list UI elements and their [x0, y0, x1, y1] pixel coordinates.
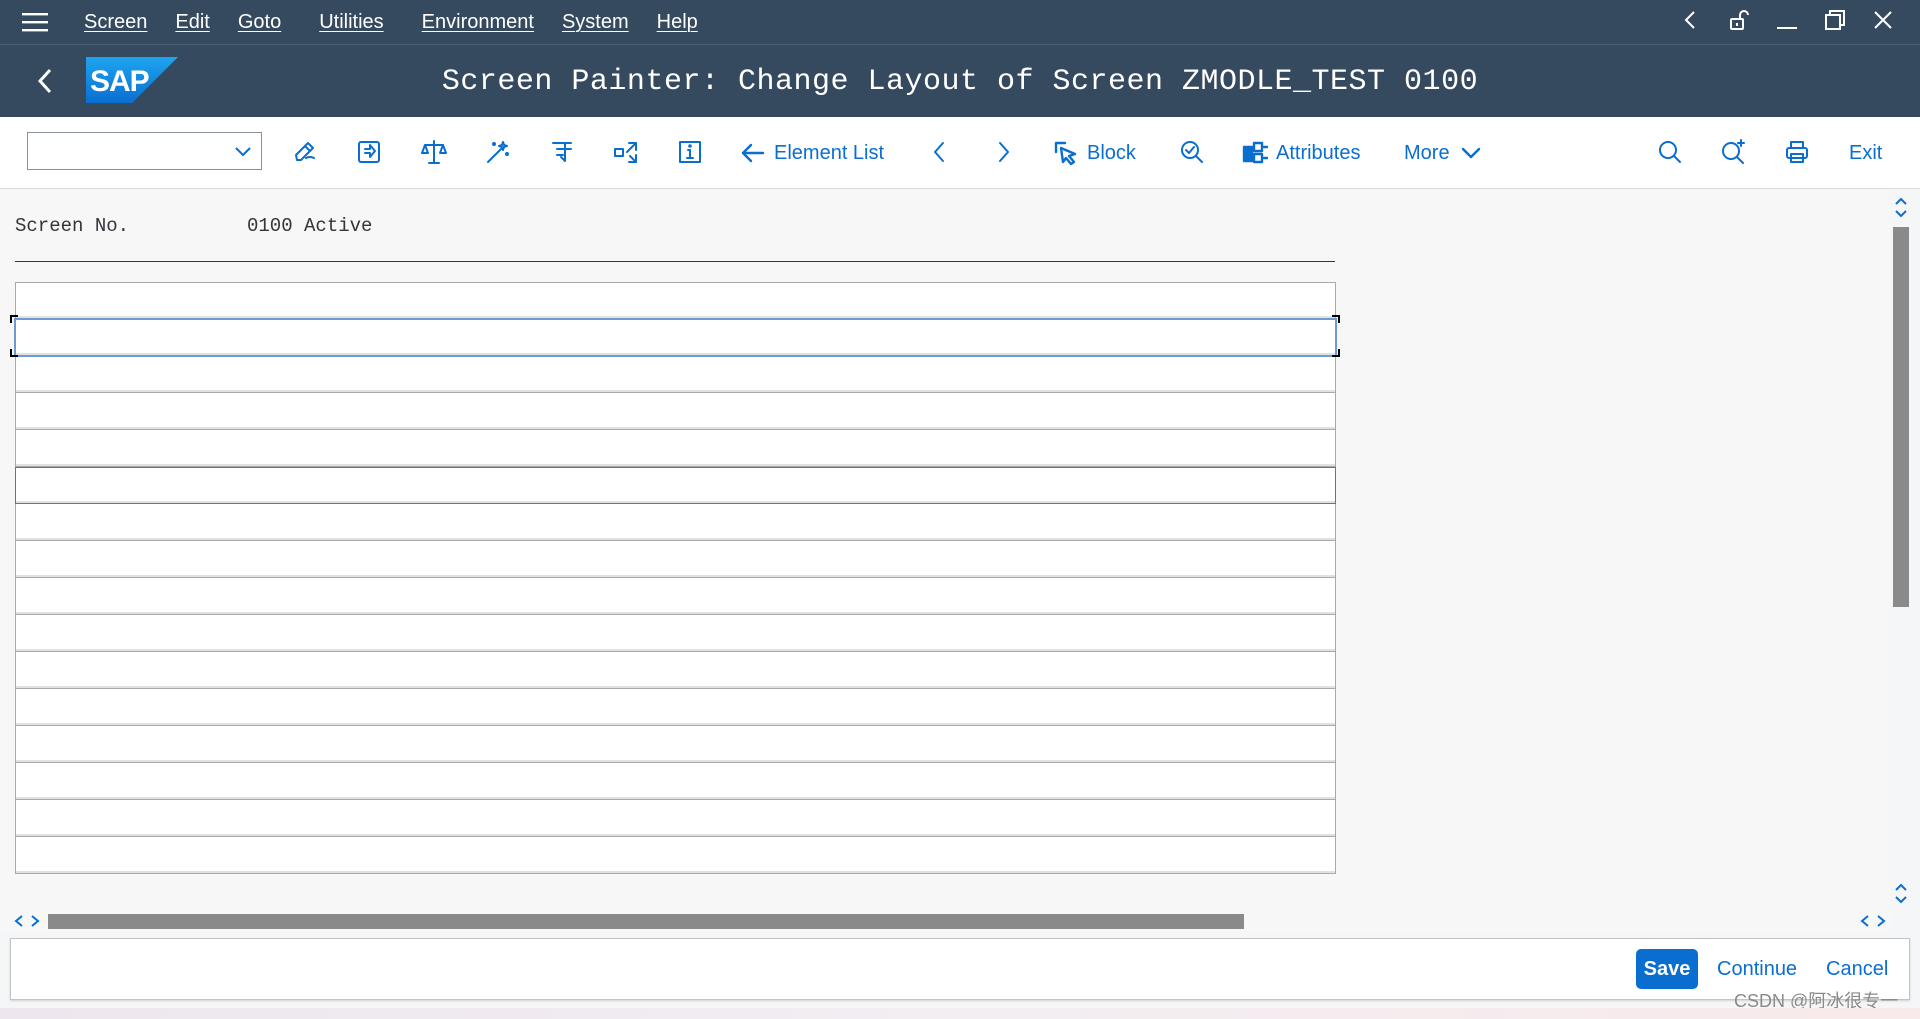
check-balance-icon[interactable]: [419, 137, 449, 167]
application-toolbar: Element List Block Attributes More Exit: [0, 117, 1920, 189]
more-button[interactable]: More: [1404, 137, 1484, 169]
grid-row[interactable]: [15, 430, 1336, 467]
selection-handle[interactable]: [10, 315, 18, 323]
unlock-icon[interactable]: [1728, 9, 1750, 36]
menu-hamburger-icon[interactable]: [0, 0, 70, 44]
where-used-icon[interactable]: [611, 137, 641, 167]
selection-handle[interactable]: [10, 349, 18, 357]
maximize-icon[interactable]: [1824, 9, 1846, 36]
element-list-button[interactable]: Element List: [740, 137, 884, 169]
attributes-icon: [1242, 141, 1268, 164]
print-icon[interactable]: [1782, 137, 1812, 167]
previous-screen-icon[interactable]: [924, 137, 954, 167]
edit-pen-icon[interactable]: [290, 137, 320, 167]
grid-row[interactable]: [15, 837, 1336, 874]
search-plus-icon[interactable]: [1718, 137, 1748, 167]
vertical-scroll-thumb[interactable]: [1893, 227, 1909, 607]
flow-logic-icon[interactable]: [547, 137, 577, 167]
menu-utilities[interactable]: Utilities: [295, 11, 397, 34]
block-label: Block: [1087, 141, 1136, 164]
scroll-left-right-icon[interactable]: [1860, 910, 1886, 932]
screen-no-label: Screen No.: [15, 215, 130, 237]
scroll-up-icon[interactable]: [1892, 192, 1910, 222]
activate-wand-icon[interactable]: [483, 137, 513, 167]
chevron-down-icon: [1461, 147, 1480, 159]
grid-row[interactable]: [15, 763, 1336, 800]
attributes-button[interactable]: Attributes: [1242, 137, 1360, 169]
grid-row[interactable]: [15, 689, 1336, 726]
collapse-chevron-icon[interactable]: [1680, 9, 1702, 36]
next-screen-icon[interactable]: [989, 137, 1019, 167]
grid-row[interactable]: [15, 282, 1336, 319]
display-change-icon[interactable]: [354, 137, 384, 167]
command-input[interactable]: [28, 133, 223, 169]
horizontal-scrollbar[interactable]: [0, 910, 1892, 932]
grid-row[interactable]: [15, 652, 1336, 689]
window-controls: [1680, 9, 1920, 36]
bottom-strip: [0, 1008, 1920, 1019]
layout-grid[interactable]: [14, 282, 1337, 874]
save-button[interactable]: Save: [1636, 949, 1698, 989]
grid-row[interactable]: [15, 504, 1336, 541]
exit-label: Exit: [1849, 141, 1883, 164]
vertical-scrollbar[interactable]: [1892, 190, 1910, 910]
exit-button[interactable]: Exit: [1849, 137, 1882, 169]
grid-row[interactable]: [15, 356, 1336, 393]
select-block-icon: [1054, 141, 1077, 166]
title-bar: SAP Screen Painter: Change Layout of Scr…: [0, 44, 1920, 117]
grid-row-focused[interactable]: [15, 467, 1336, 504]
screen-no-value: 0100 Active: [247, 215, 373, 237]
scroll-left-right-icon[interactable]: [14, 910, 40, 932]
arrow-left-icon: [741, 143, 765, 163]
menu-edit[interactable]: Edit: [161, 11, 223, 34]
horizontal-scroll-thumb[interactable]: [48, 914, 1244, 929]
element-list-label: Element List: [774, 141, 885, 164]
continue-button[interactable]: Continue: [1717, 949, 1797, 989]
minimize-icon[interactable]: [1776, 9, 1798, 36]
search-detail-icon[interactable]: [1177, 137, 1207, 167]
header-divider: [15, 261, 1335, 262]
information-icon[interactable]: [675, 137, 705, 167]
menu-bar: Screen Edit Goto Utilities Environment S…: [0, 0, 1920, 44]
command-field[interactable]: [27, 132, 262, 170]
footer-bar: Save Continue Cancel: [10, 938, 1910, 1000]
menu-screen[interactable]: Screen: [70, 11, 161, 34]
menu-help[interactable]: Help: [643, 11, 712, 34]
grid-row[interactable]: [15, 726, 1336, 763]
grid-row[interactable]: [15, 541, 1336, 578]
screen-painter-canvas: Screen No. 0100 Active: [0, 190, 1890, 910]
grid-row[interactable]: [15, 578, 1336, 615]
chevron-down-icon[interactable]: [233, 141, 253, 161]
page-title: Screen Painter: Change Layout of Screen …: [441, 65, 1479, 99]
search-icon[interactable]: [1655, 137, 1685, 167]
grid-row[interactable]: [15, 800, 1336, 837]
menu-environment[interactable]: Environment: [398, 11, 548, 34]
selection-handle[interactable]: [1332, 315, 1340, 323]
grid-row[interactable]: [15, 615, 1336, 652]
selection-handle[interactable]: [1332, 349, 1340, 357]
attributes-label: Attributes: [1276, 141, 1361, 164]
grid-row[interactable]: [15, 393, 1336, 430]
scroll-down-icon[interactable]: [1892, 878, 1910, 908]
grid-row-selected[interactable]: [14, 318, 1337, 357]
more-label: More: [1404, 141, 1450, 164]
cancel-button[interactable]: Cancel: [1826, 949, 1888, 989]
close-icon[interactable]: [1872, 9, 1894, 36]
menu-goto[interactable]: Goto: [224, 11, 295, 34]
block-button[interactable]: Block: [1053, 137, 1136, 169]
menu-system[interactable]: System: [548, 11, 643, 34]
